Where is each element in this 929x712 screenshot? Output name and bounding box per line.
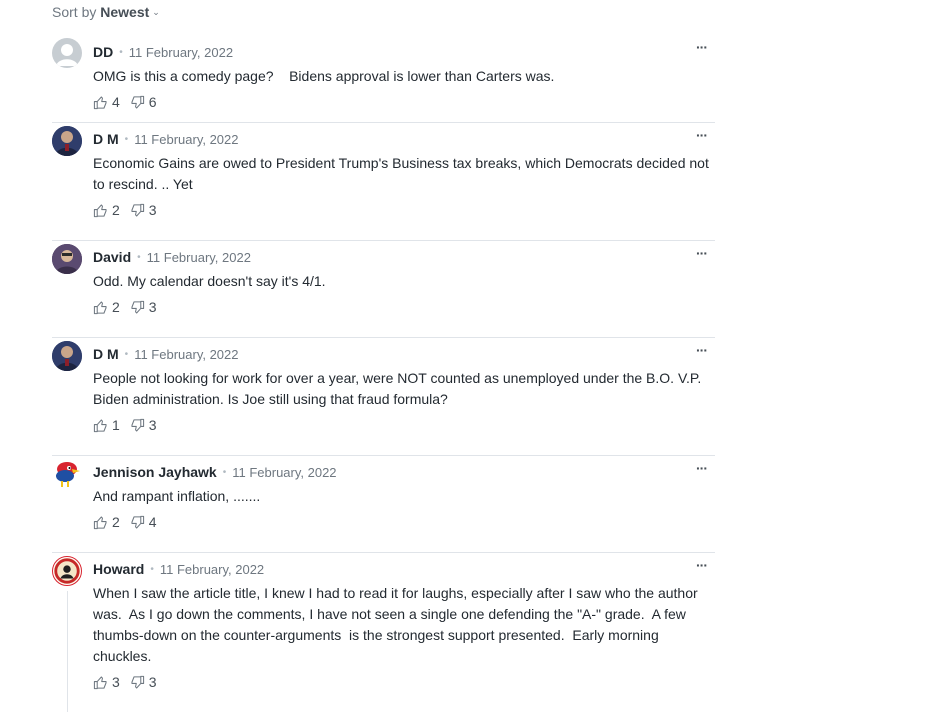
comment: D M • 11 February, 2022 People not looki… [52, 338, 715, 455]
vote-bar: 3 3 [93, 671, 715, 693]
downvote-count: 3 [148, 674, 157, 690]
upvote-count: 2 [112, 514, 120, 530]
more-options-icon[interactable]: ··· [696, 245, 708, 261]
avatar[interactable] [52, 244, 82, 274]
thumbs-up-icon [93, 300, 107, 314]
comment-text: Odd. My calendar doesn't say it's 4/1. [93, 273, 326, 289]
thumbs-up-button[interactable]: 4 [93, 94, 120, 110]
thumbs-up-button[interactable]: 1 [93, 417, 120, 433]
thumbs-down-button[interactable]: 6 [130, 94, 157, 110]
comment-author[interactable]: DD [93, 44, 113, 60]
sort-selected[interactable]: Newest [100, 4, 149, 20]
thumbs-up-button[interactable]: 2 [93, 514, 120, 530]
upvote-count: 4 [112, 94, 120, 110]
vote-bar: 4 6 [93, 91, 715, 113]
upvote-count: 1 [112, 417, 120, 433]
vote-bar: 2 3 [93, 296, 715, 318]
vote-bar: 2 4 [93, 511, 715, 533]
separator-dot: • [124, 133, 129, 145]
upvote-count: 2 [112, 299, 120, 315]
thumbs-down-icon [131, 300, 144, 314]
avatar[interactable] [52, 126, 82, 156]
more-options-icon[interactable]: ··· [696, 39, 708, 55]
upvote-count: 2 [112, 202, 120, 218]
comment-text: Economic Gains are owed to President Tru… [93, 155, 713, 192]
more-options-icon[interactable]: ··· [696, 460, 708, 476]
thumbs-down-icon [131, 203, 144, 217]
thumbs-down-icon [131, 675, 144, 689]
comment: Howard • 11 February, 2022 When I saw th… [52, 553, 715, 712]
comment-text: And rampant inflation, ....... [93, 488, 261, 504]
comment-text: When I saw the article title, I knew I h… [93, 585, 702, 664]
comments-feed: DD • 11 February, 2022 OMG is this a com… [52, 35, 715, 712]
comment-date: 11 February, 2022 [159, 561, 265, 577]
sort-label: Sort by [52, 4, 97, 20]
comment: DD • 11 February, 2022 OMG is this a com… [52, 35, 715, 122]
avatar[interactable] [52, 341, 82, 371]
comment-author[interactable]: D M [93, 131, 119, 147]
downvote-count: 3 [148, 299, 157, 315]
separator-dot: • [150, 563, 154, 575]
thread-line [67, 591, 68, 712]
comment-text: People not looking for work for over a y… [93, 370, 706, 407]
thumbs-up-icon [93, 418, 107, 432]
downvote-count: 6 [148, 94, 157, 110]
thumbs-up-button[interactable]: 3 [93, 674, 120, 690]
comment-date: 11 February, 2022 [232, 464, 337, 480]
avatar[interactable] [52, 38, 82, 68]
comment: David • 11 February, 2022 Odd. My calend… [52, 241, 715, 337]
sort-control[interactable]: Sort by Newest ⌄ [52, 4, 160, 20]
comment-text: OMG is this a comedy page? Bidens approv… [93, 68, 555, 84]
thumbs-up-button[interactable]: 2 [93, 299, 120, 315]
separator-dot: • [119, 46, 123, 58]
thumbs-down-button[interactable]: 3 [130, 202, 157, 218]
thumbs-down-icon [131, 515, 144, 529]
separator-dot: • [124, 348, 129, 360]
comment-author[interactable]: Howard [93, 561, 144, 577]
vote-bar: 1 3 [93, 414, 715, 436]
downvote-count: 3 [148, 202, 157, 218]
vote-bar: 2 3 [93, 199, 715, 221]
thumbs-down-icon [131, 95, 144, 109]
comment: D M • 11 February, 2022 Economic Gains a… [52, 123, 715, 240]
thumbs-up-icon [93, 675, 107, 689]
more-options-icon[interactable]: ··· [696, 342, 708, 358]
separator-dot: • [222, 466, 227, 478]
thumbs-up-icon [93, 203, 107, 217]
thumbs-up-icon [93, 515, 107, 529]
downvote-count: 4 [148, 514, 157, 530]
upvote-count: 3 [112, 674, 120, 690]
more-options-icon[interactable]: ··· [696, 127, 708, 143]
thumbs-down-button[interactable]: 3 [130, 299, 157, 315]
thumbs-down-button[interactable]: 4 [130, 514, 157, 530]
comment-date: 11 February, 2022 [128, 44, 234, 60]
thumbs-down-button[interactable]: 3 [130, 417, 157, 433]
thumbs-up-icon [93, 95, 107, 109]
thumbs-down-button[interactable]: 3 [130, 674, 157, 690]
comment-date: 11 February, 2022 [146, 249, 251, 265]
thumbs-down-icon [131, 418, 144, 432]
comment-author[interactable]: David [93, 249, 131, 265]
avatar[interactable] [52, 459, 82, 489]
separator-dot: • [137, 251, 141, 263]
avatar[interactable] [52, 556, 82, 586]
chevron-down-icon[interactable]: ⌄ [152, 7, 160, 17]
thumbs-up-button[interactable]: 2 [93, 202, 120, 218]
comment-author[interactable]: D M [93, 346, 119, 362]
comment: Jennison Jayhawk • 11 February, 2022 And… [52, 456, 715, 552]
comment-date: 11 February, 2022 [134, 346, 239, 362]
downvote-count: 3 [148, 417, 157, 433]
comment-author[interactable]: Jennison Jayhawk [93, 464, 217, 480]
comment-date: 11 February, 2022 [134, 131, 239, 147]
more-options-icon[interactable]: ··· [696, 557, 708, 573]
